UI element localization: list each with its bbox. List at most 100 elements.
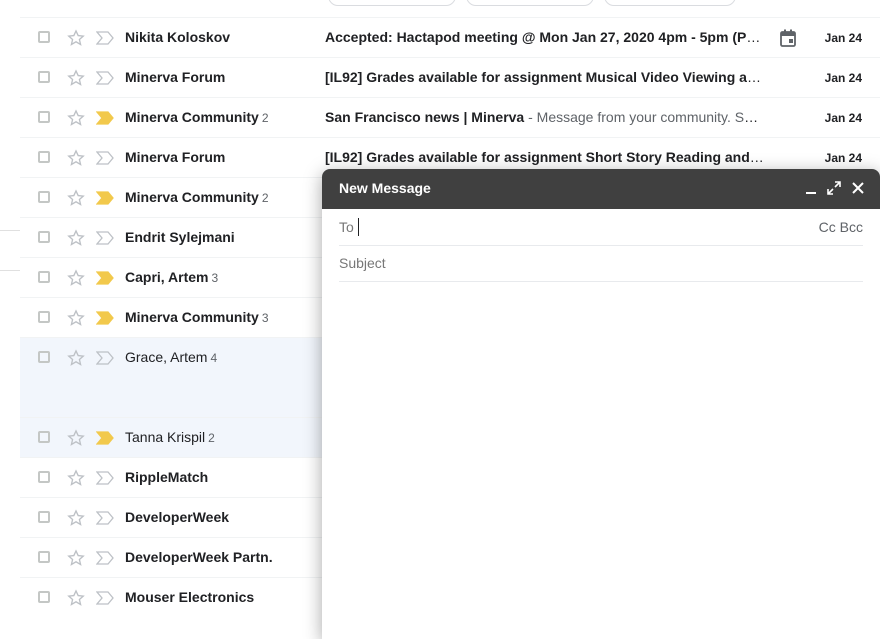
star-icon[interactable] xyxy=(66,28,86,48)
importance-marker-icon[interactable] xyxy=(95,31,114,45)
star-icon[interactable] xyxy=(66,508,86,528)
importance-marker-icon[interactable] xyxy=(95,71,114,85)
subject-text: Accepted: Hactapod meeting @ Mon Jan 27,… xyxy=(325,29,765,45)
sender-name: Minerva Community 2 xyxy=(125,189,315,205)
star-icon[interactable] xyxy=(66,188,86,208)
sender-label: Mouser Electronics xyxy=(125,589,255,605)
sender-name: Capri, Artem 3 xyxy=(125,269,315,285)
email-row[interactable]: Minerva Forum [IL92] Grades available for… xyxy=(20,57,880,97)
select-checkbox[interactable] xyxy=(38,551,50,563)
star-icon[interactable] xyxy=(66,428,86,448)
sender-label: Minerva Community xyxy=(125,109,259,125)
email-date: Jan 24 xyxy=(824,111,862,125)
select-checkbox[interactable] xyxy=(38,71,50,83)
select-checkbox[interactable] xyxy=(38,591,50,603)
sender-name: Minerva Community 2 xyxy=(125,109,315,125)
sender-label: Grace, Artem xyxy=(125,349,208,365)
star-icon[interactable] xyxy=(66,308,86,328)
importance-marker-icon[interactable] xyxy=(95,271,114,285)
star-icon[interactable] xyxy=(66,228,86,248)
importance-marker-icon[interactable] xyxy=(95,111,114,125)
filter-chip[interactable] xyxy=(466,0,594,6)
select-checkbox[interactable] xyxy=(38,471,50,483)
subject-text: [IL92] Grades available for assignment S… xyxy=(325,149,765,165)
calendar-icon xyxy=(780,29,796,47)
importance-marker-icon[interactable] xyxy=(95,151,114,165)
select-checkbox[interactable] xyxy=(38,151,50,163)
select-checkbox[interactable] xyxy=(38,351,50,363)
to-field[interactable]: To Cc Bcc xyxy=(339,209,863,246)
importance-marker-icon[interactable] xyxy=(95,431,114,445)
email-row[interactable]: Minerva Community 2 San Francisco news | M… xyxy=(20,97,880,137)
star-icon[interactable] xyxy=(66,68,86,88)
select-checkbox[interactable] xyxy=(38,511,50,523)
sender-name: RippleMatch xyxy=(125,469,315,485)
select-checkbox[interactable] xyxy=(38,111,50,123)
star-icon[interactable] xyxy=(66,108,86,128)
to-label: To xyxy=(339,219,354,235)
compose-header[interactable]: New Message xyxy=(322,169,880,209)
email-date: Jan 24 xyxy=(824,71,862,85)
sender-label: Minerva Forum xyxy=(125,69,226,85)
sender-name: Grace, Artem 4 xyxy=(125,349,315,365)
sender-name: Endrit Sylejmani xyxy=(125,229,315,245)
close-icon[interactable] xyxy=(851,181,865,195)
sender-name: DeveloperWeek xyxy=(125,509,315,525)
subject-text: San Francisco news | Minerva xyxy=(325,109,525,125)
thread-count: 3 xyxy=(211,271,219,285)
sender-label: Capri, Artem xyxy=(125,269,209,285)
expand-icon[interactable] xyxy=(827,181,841,195)
filter-chips xyxy=(0,0,880,6)
email-date: Jan 24 xyxy=(824,151,862,165)
importance-marker-icon[interactable] xyxy=(95,191,114,205)
star-icon[interactable] xyxy=(66,348,86,368)
subject-placeholder: Subject xyxy=(339,255,386,271)
importance-marker-icon[interactable] xyxy=(95,471,114,485)
subject-line: San Francisco news | Minerva - Message f… xyxy=(325,109,765,125)
star-icon[interactable] xyxy=(66,468,86,488)
importance-marker-icon[interactable] xyxy=(95,591,114,605)
select-checkbox[interactable] xyxy=(38,431,50,443)
star-icon[interactable] xyxy=(66,148,86,168)
thread-count: 2 xyxy=(261,191,269,205)
sender-label: Nikita Koloskov xyxy=(125,29,231,45)
importance-marker-icon[interactable] xyxy=(95,511,114,525)
subject-line: [IL92] Grades available for assignment M… xyxy=(325,69,765,85)
sender-label: Endrit Sylejmani xyxy=(125,229,235,245)
email-row[interactable]: Nikita Koloskov Accepted: Hactapod meetin… xyxy=(20,17,880,57)
minimize-icon[interactable] xyxy=(804,181,818,195)
divider xyxy=(0,230,20,231)
importance-marker-icon[interactable] xyxy=(95,231,114,245)
sender-name: DeveloperWeek Partn. xyxy=(125,549,315,565)
select-checkbox[interactable] xyxy=(38,271,50,283)
select-checkbox[interactable] xyxy=(38,191,50,203)
star-icon[interactable] xyxy=(66,588,86,608)
importance-marker-icon[interactable] xyxy=(95,351,114,365)
filter-chip[interactable] xyxy=(604,0,736,6)
filter-chip[interactable] xyxy=(328,0,456,6)
sender-label: DeveloperWeek xyxy=(125,509,230,525)
select-checkbox[interactable] xyxy=(38,231,50,243)
sender-name: Mouser Electronics xyxy=(125,589,315,605)
subject-text: [IL92] Grades available for assignment M… xyxy=(325,69,765,85)
select-checkbox[interactable] xyxy=(38,31,50,43)
sender-name: Minerva Forum xyxy=(125,69,315,85)
importance-marker-icon[interactable] xyxy=(95,311,114,325)
sender-label: DeveloperWeek Partn. xyxy=(125,549,273,565)
select-checkbox[interactable] xyxy=(38,311,50,323)
cc-bcc-link[interactable]: Cc Bcc xyxy=(819,219,863,235)
subject-line: Accepted: Hactapod meeting @ Mon Jan 27,… xyxy=(325,29,765,45)
sender-name: Minerva Forum xyxy=(125,149,315,165)
snippet-text: - Message from your community. SA... xyxy=(524,109,765,125)
subject-line: [IL92] Grades available for assignment S… xyxy=(325,149,765,165)
sender-name: Tanna Krispil 2 xyxy=(125,429,315,445)
sender-label: Minerva Community xyxy=(125,309,259,325)
thread-count: 3 xyxy=(261,311,269,325)
message-body[interactable] xyxy=(339,281,863,639)
compose-window: New Message To Cc Bcc Subject xyxy=(322,169,880,639)
subject-field[interactable]: Subject xyxy=(339,245,863,282)
star-icon[interactable] xyxy=(66,548,86,568)
star-icon[interactable] xyxy=(66,268,86,288)
thread-count: 4 xyxy=(210,351,218,365)
importance-marker-icon[interactable] xyxy=(95,551,114,565)
